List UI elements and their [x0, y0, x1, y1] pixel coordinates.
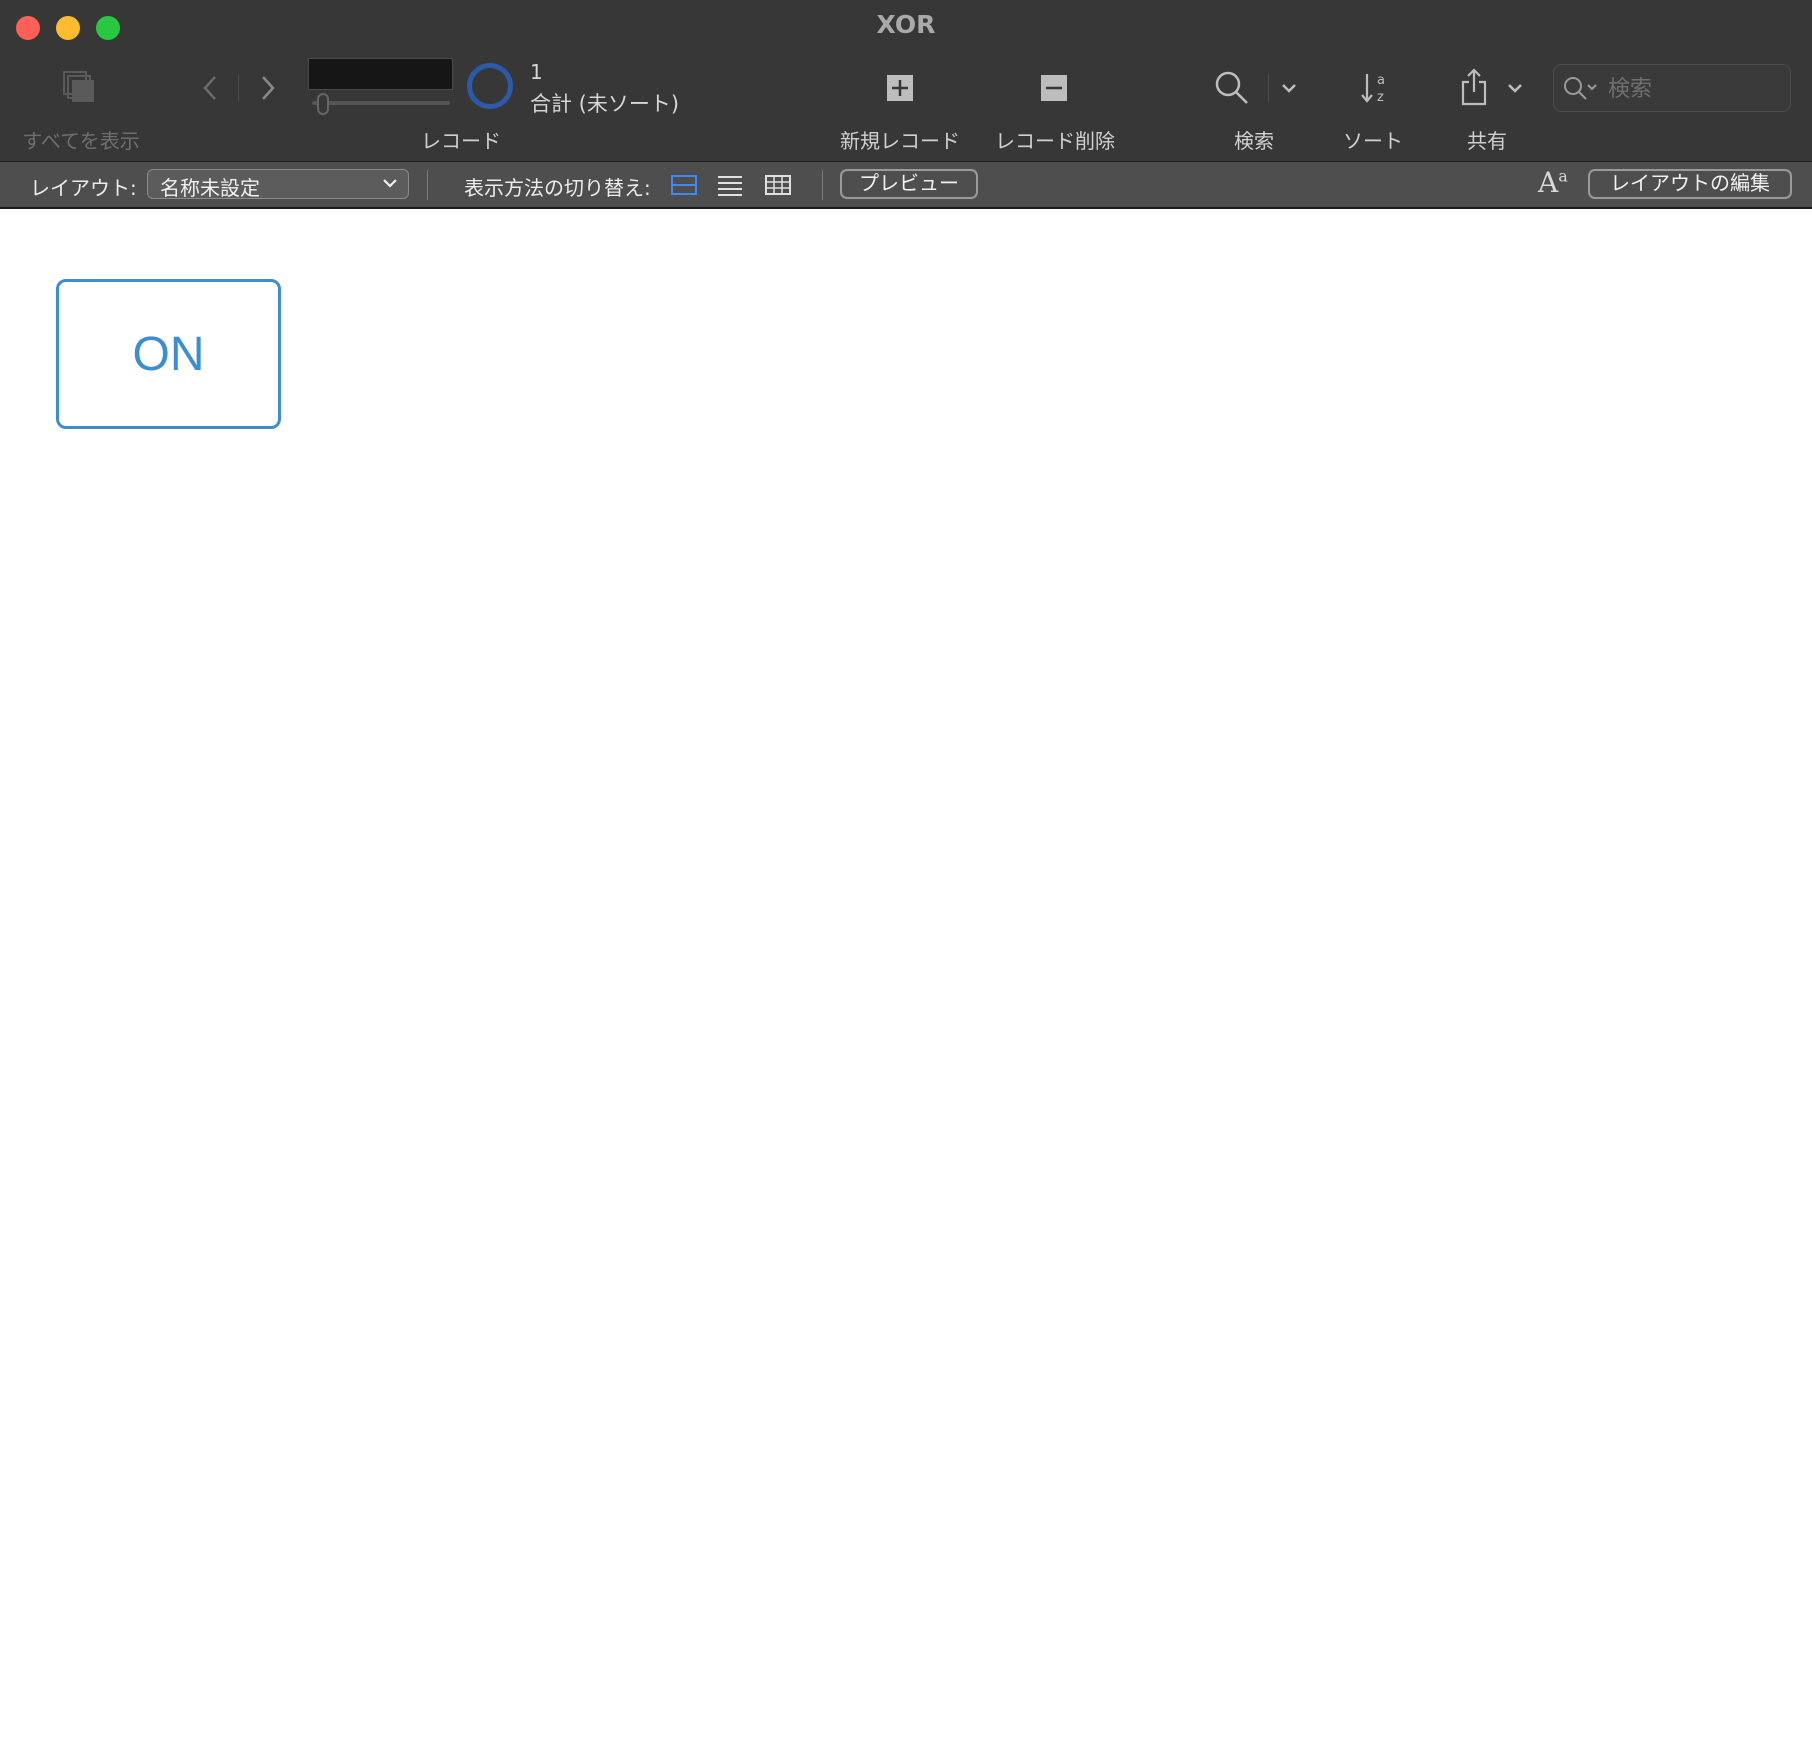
delete-record-icon — [1041, 75, 1067, 101]
search-icon — [1215, 71, 1248, 104]
chevron-down-icon — [382, 173, 398, 198]
find-button[interactable] — [1212, 68, 1252, 108]
find-divider — [1268, 74, 1269, 102]
search-icon — [1564, 77, 1597, 100]
quick-search-field[interactable] — [1553, 64, 1791, 112]
share-button[interactable] — [1456, 66, 1492, 108]
view-divider — [822, 170, 823, 200]
next-record-button[interactable] — [256, 72, 280, 104]
layout-bar: レイアウト: 名称未設定 表示方法の切り替え: プレビュー Aa レイアウトの編… — [0, 161, 1812, 209]
search-input[interactable] — [1606, 73, 1780, 105]
find-menu-button[interactable] — [1278, 78, 1300, 98]
forward-icon — [262, 76, 275, 100]
text-size-icon: Aa — [1538, 166, 1568, 199]
sort-button[interactable]: a z — [1356, 68, 1396, 108]
sort-icon: a z — [1361, 73, 1385, 105]
toolbar: XOR すべてを表示 1 合計 (未ソート) レコード 新規レコード レコード削… — [0, 0, 1812, 161]
share-icon — [1461, 68, 1487, 106]
layout-label: レイアウト: — [30, 176, 137, 200]
list-view-button[interactable] — [716, 173, 744, 201]
edit-layout-button[interactable]: レイアウトの編集 — [1588, 169, 1792, 199]
previous-record-button[interactable] — [198, 72, 222, 104]
list-view-icon — [718, 176, 742, 196]
share-menu-button[interactable] — [1504, 78, 1526, 98]
layout-divider — [427, 170, 428, 200]
new-record-label: 新規レコード — [840, 129, 960, 153]
layout-select-value: 名称未設定 — [160, 176, 260, 200]
record-number-field[interactable] — [308, 58, 453, 90]
window-title: XOR — [876, 10, 936, 39]
delete-record-button[interactable] — [1038, 72, 1070, 104]
back-icon — [203, 76, 216, 100]
table-view-button[interactable] — [764, 173, 792, 201]
form-view-icon — [671, 175, 697, 195]
nav-divider — [238, 74, 239, 102]
svg-text:z: z — [1377, 90, 1384, 105]
svg-text:a: a — [1377, 73, 1385, 88]
layout-select[interactable]: 名称未設定 — [147, 169, 409, 200]
on-button[interactable]: ON — [56, 279, 281, 429]
view-switch-label: 表示方法の切り替え: — [464, 176, 651, 200]
record-current: 1 — [530, 60, 543, 84]
record-progress-ring — [467, 63, 513, 109]
new-record-icon — [887, 75, 913, 101]
table-view-icon — [765, 175, 791, 195]
sort-label: ソート — [1343, 129, 1403, 153]
share-label: 共有 — [1467, 129, 1507, 153]
delete-record-label: レコード削除 — [995, 129, 1115, 153]
record-slider-thumb[interactable] — [317, 93, 329, 115]
records-label: レコード — [421, 129, 501, 153]
chevron-down-icon — [1282, 84, 1296, 93]
record-slider[interactable] — [312, 101, 450, 105]
app-window: XOR すべてを表示 1 合計 (未ソート) レコード 新規レコード レコード削… — [0, 0, 1812, 1746]
show-all-label: すべてを表示 — [22, 129, 140, 153]
form-view-button[interactable] — [670, 173, 698, 201]
preview-button[interactable]: プレビュー — [840, 169, 978, 199]
show-all-button[interactable] — [62, 70, 98, 106]
find-label: 検索 — [1234, 129, 1274, 153]
text-size-button[interactable]: Aa — [1538, 166, 1568, 199]
show-all-icon — [63, 71, 94, 102]
record-total: 合計 (未ソート) — [530, 92, 680, 116]
new-record-button[interactable] — [884, 72, 916, 104]
chevron-down-icon — [1508, 84, 1522, 93]
